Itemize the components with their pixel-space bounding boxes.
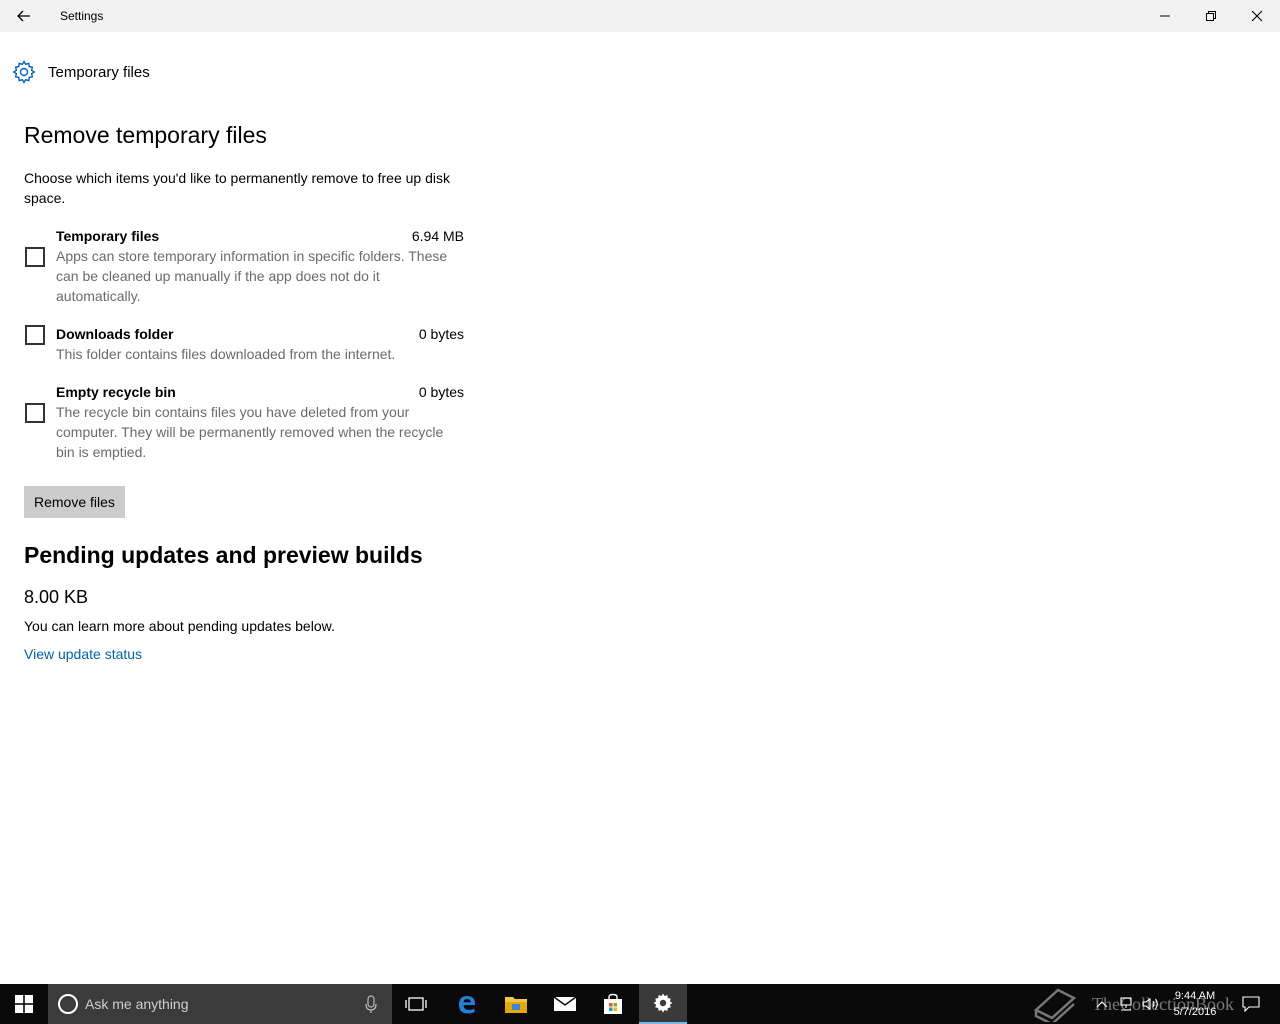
back-button[interactable]	[0, 0, 48, 32]
page-title: Temporary files	[48, 63, 150, 81]
show-hidden-icons-button[interactable]	[1092, 984, 1112, 1024]
remove-files-button[interactable]: Remove files	[24, 486, 125, 518]
windows-logo-icon	[15, 995, 33, 1013]
option-name: Downloads folder	[56, 326, 174, 342]
volume-icon	[1142, 997, 1158, 1011]
notification-icon	[1242, 996, 1260, 1012]
page-header: Temporary files	[12, 59, 150, 85]
pending-size: 8.00 KB	[24, 587, 89, 607]
gear-icon	[653, 993, 673, 1013]
downloads-folder-checkbox[interactable]	[25, 325, 45, 345]
main-content: Remove temporary files Choose which item…	[24, 118, 464, 664]
remove-section-intro: Choose which items you'd like to permane…	[24, 170, 450, 206]
network-icon	[1120, 997, 1132, 1011]
option-description: Apps can store temporary information in …	[56, 248, 448, 304]
cortana-search-box[interactable]: Ask me anything	[48, 984, 392, 1024]
empty-recycle-bin-checkbox[interactable]	[25, 403, 45, 423]
option-description: This folder contains files downloaded fr…	[56, 346, 396, 362]
option-size: 6.94 MB	[411, 228, 464, 244]
option-temporary-files: Temporary files 6.94 MB Apps can store t…	[24, 226, 464, 306]
microphone-icon[interactable]	[364, 994, 378, 1014]
remove-section-title: Remove temporary files	[24, 122, 267, 148]
option-empty-recycle-bin: Empty recycle bin 0 bytes The recycle bi…	[24, 382, 464, 462]
network-button[interactable]	[1116, 984, 1136, 1024]
cortana-icon	[58, 994, 78, 1014]
option-size: 0 bytes	[418, 326, 464, 342]
arrow-left-icon	[17, 10, 30, 22]
option-description: The recycle bin contains files you have …	[56, 404, 444, 460]
option-name: Empty recycle bin	[56, 384, 176, 400]
settings-taskbar-button[interactable]	[639, 984, 687, 1024]
window-title: Settings	[60, 9, 104, 23]
search-placeholder: Ask me anything	[85, 996, 189, 1012]
minimize-button[interactable]	[1142, 0, 1188, 32]
view-update-status-link[interactable]: View update status	[24, 644, 142, 664]
chevron-up-icon	[1096, 1001, 1108, 1008]
restore-icon	[1206, 11, 1216, 21]
start-button[interactable]	[0, 984, 48, 1024]
edge-taskbar-button[interactable]	[443, 984, 491, 1024]
option-size: 0 bytes	[418, 384, 464, 400]
restore-button[interactable]	[1188, 0, 1234, 32]
task-view-icon	[405, 997, 427, 1011]
file-explorer-taskbar-button[interactable]	[492, 984, 540, 1024]
pending-description: You can learn more about pending updates…	[24, 618, 335, 634]
mail-taskbar-button[interactable]	[541, 984, 589, 1024]
close-icon	[1251, 10, 1263, 22]
close-button[interactable]	[1234, 0, 1280, 32]
system-clock[interactable]: 9:44 AM 5/7/2016	[1166, 988, 1224, 1020]
taskbar: Ask me anything TheCollectionBook 9:44 A…	[0, 984, 1280, 1024]
gear-icon	[12, 60, 36, 84]
store-icon	[604, 993, 622, 1014]
action-center-button[interactable]	[1236, 984, 1266, 1024]
folder-icon	[505, 997, 527, 1013]
option-name: Temporary files	[56, 228, 160, 244]
clock-time: 9:44 AM	[1174, 990, 1216, 1002]
clock-date: 5/7/2016	[1173, 1006, 1217, 1018]
volume-button[interactable]	[1140, 984, 1162, 1024]
book-icon	[1033, 988, 1077, 1022]
store-taskbar-button[interactable]	[589, 984, 637, 1024]
pending-section-title: Pending updates and preview builds	[24, 542, 423, 568]
minimize-icon	[1160, 15, 1170, 17]
task-view-button[interactable]	[392, 984, 440, 1024]
option-downloads-folder: Downloads folder 0 bytes This folder con…	[24, 324, 464, 364]
edge-icon	[459, 996, 475, 1014]
temporary-files-checkbox[interactable]	[25, 247, 45, 267]
mail-icon	[553, 996, 577, 1011]
title-bar: Settings	[0, 0, 1280, 32]
